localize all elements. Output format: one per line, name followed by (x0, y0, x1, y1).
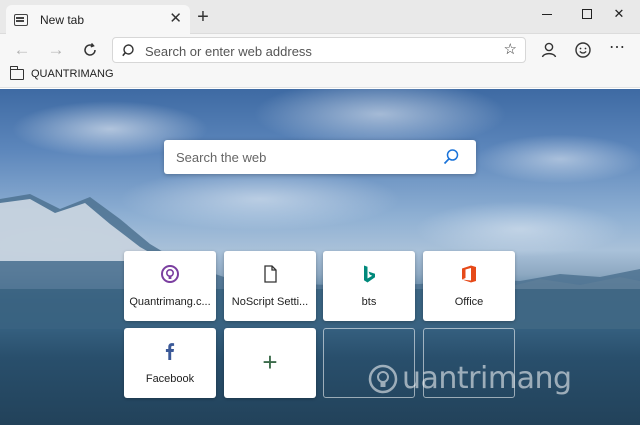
top-site-tile-facebook[interactable]: Facebook (124, 328, 216, 398)
add-icon: + (262, 347, 278, 377)
add-site-tile[interactable]: + (224, 328, 316, 398)
web-search-input[interactable] (176, 148, 426, 166)
forward-button[interactable]: → (44, 38, 68, 62)
tile-label: NoScript Setti... (231, 296, 309, 308)
watermark: uantrimang (368, 361, 572, 396)
title-bar: New tab ✕ + ✕ (0, 0, 640, 34)
tile-label: Facebook (145, 373, 195, 385)
favorites-folder-label: QUANTRIMANG (31, 68, 114, 80)
new-tab-page: Quantrimang.c... NoScript Setti... bts O… (0, 89, 640, 425)
tile-label: Office (454, 296, 484, 308)
top-site-tile-bts[interactable]: bts (323, 251, 415, 321)
favorites-folder-quantrimang[interactable]: QUANTRIMANG (10, 65, 114, 80)
search-icon[interactable] (442, 148, 460, 166)
tab-title: New tab (40, 12, 85, 27)
new-tab-favicon-icon (14, 13, 28, 26)
tile-label: bts (361, 296, 377, 308)
top-site-tile-office[interactable]: Office (423, 251, 515, 321)
toolbar: ← → ☆ ⋯ (0, 34, 640, 64)
document-icon (264, 265, 277, 283)
facebook-icon (165, 343, 175, 360)
refresh-button[interactable] (78, 38, 102, 62)
refresh-icon (84, 43, 96, 56)
favorite-star-icon[interactable]: ☆ (504, 41, 517, 59)
back-button[interactable]: ← (10, 38, 34, 62)
search-icon (122, 44, 134, 57)
minimize-icon (542, 13, 552, 15)
top-site-tile-quantrimang[interactable]: Quantrimang.c... (124, 251, 216, 321)
tile-label: Quantrimang.c... (129, 296, 211, 308)
watermark-text: uantrimang (402, 361, 572, 396)
web-search-box[interactable] (164, 140, 476, 174)
tab-new-tab[interactable]: New tab ✕ (6, 5, 190, 34)
new-tab-button[interactable]: + (192, 7, 214, 29)
profile-icon[interactable] (538, 39, 560, 61)
settings-menu-button[interactable]: ⋯ (606, 37, 628, 59)
address-bar[interactable]: ☆ (112, 37, 526, 63)
bing-icon (364, 265, 375, 283)
background-mountains (0, 194, 640, 329)
feedback-smiley-icon[interactable] (572, 39, 594, 61)
office-icon (462, 265, 476, 283)
top-site-tile-noscript[interactable]: NoScript Setti... (224, 251, 316, 321)
quantrimang-icon (161, 265, 179, 283)
watermark-logo-icon (368, 364, 398, 393)
maximize-icon (582, 9, 592, 19)
address-input[interactable] (145, 41, 485, 61)
favorites-bar: QUANTRIMANG (0, 64, 640, 88)
close-window-button[interactable]: ✕ (596, 2, 640, 26)
folder-icon (10, 65, 24, 80)
tab-close-button[interactable]: ✕ (169, 11, 182, 27)
